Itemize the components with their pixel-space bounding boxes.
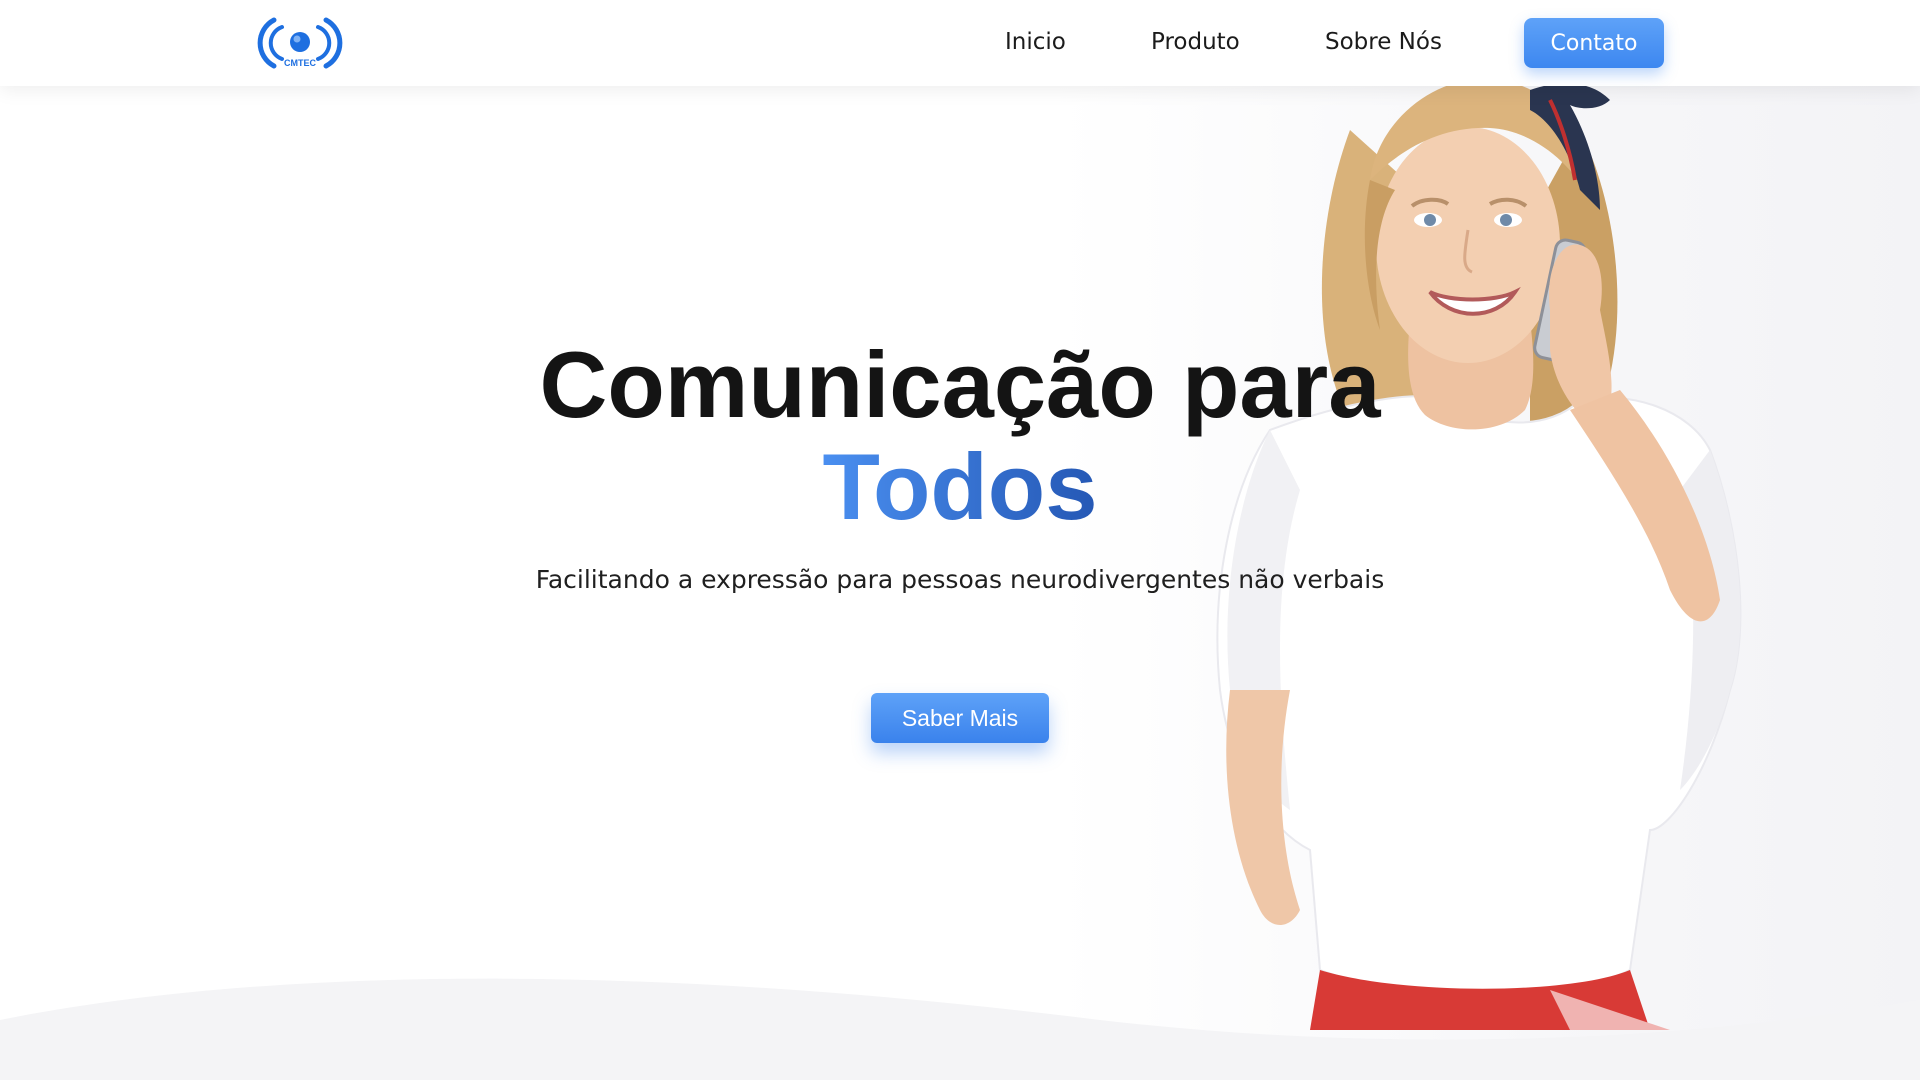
nav-sobre-nos[interactable]: Sobre Nós — [1325, 29, 1442, 55]
hero-title-highlight: Todos — [822, 434, 1098, 539]
logo-text: CMTEC — [284, 58, 316, 68]
nav-produto[interactable]: Produto — [1151, 29, 1240, 55]
site-header: CMTEC Inicio Produto Sobre Nós Contato — [0, 0, 1920, 86]
hero-subtitle: Facilitando a expressão para pessoas neu… — [535, 565, 1385, 594]
nav-inicio[interactable]: Inicio — [1005, 29, 1066, 55]
saber-mais-button[interactable]: Saber Mais — [871, 693, 1049, 743]
hero-title-line2: Todos — [460, 437, 1460, 537]
logo-icon[interactable]: CMTEC — [252, 14, 348, 72]
hero-title-line1: Comunicação para — [539, 332, 1381, 437]
hero-woman-illustration — [1216, 78, 1742, 1030]
contact-button[interactable]: Contato — [1524, 18, 1664, 68]
landing-page: CMTEC Inicio Produto Sobre Nós Contato C… — [0, 0, 1920, 1080]
bottom-wave-decoration — [0, 978, 1920, 1080]
